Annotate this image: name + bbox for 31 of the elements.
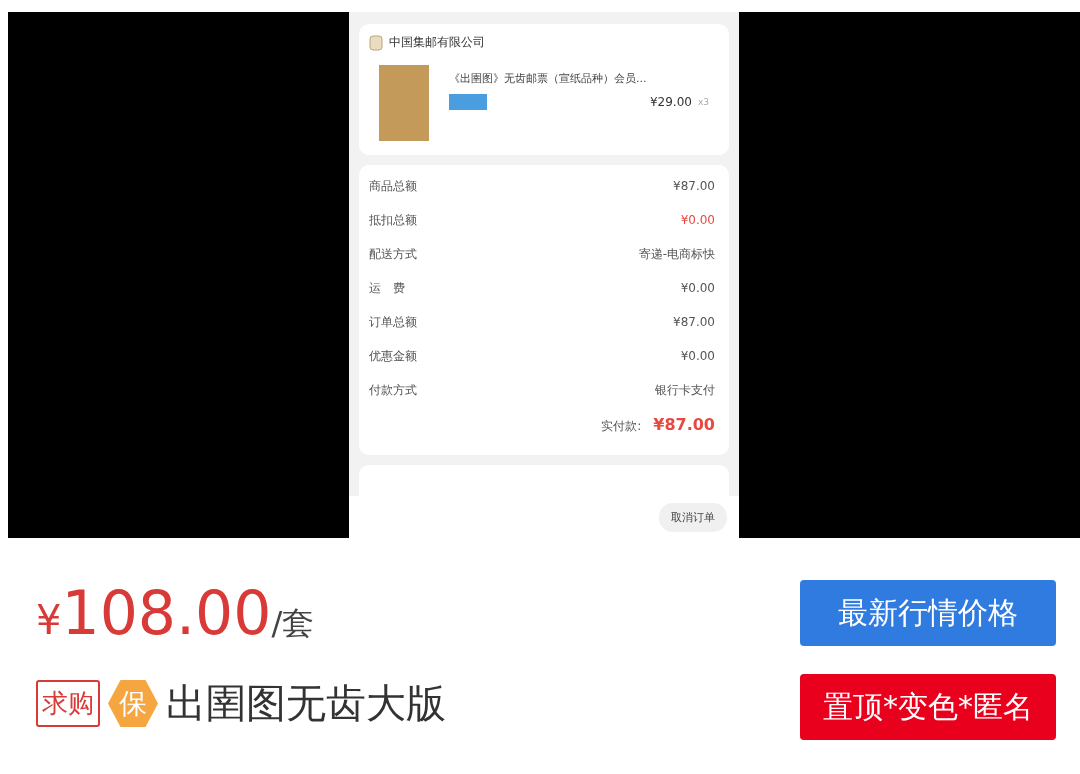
action-button[interactable]: 置顶*变色*匿名 bbox=[800, 674, 1056, 740]
summary-label: 商品总额 bbox=[369, 178, 417, 195]
price: 108.00 bbox=[61, 578, 272, 648]
shop-name: 中国集邮有限公司 bbox=[389, 34, 485, 51]
summary-label: 配送方式 bbox=[369, 246, 417, 263]
product-quantity: x3 bbox=[697, 97, 709, 107]
summary-value: 寄递-电商标快 bbox=[638, 246, 715, 263]
summary-label: 抵扣总额 bbox=[369, 212, 417, 229]
summary-label: 运 费 bbox=[369, 280, 405, 297]
paid-label: 实付款: bbox=[601, 418, 642, 435]
product-title: 《出圉图》无齿邮票（宣纸品种）会员... bbox=[449, 71, 648, 86]
paid-amount: ¥87.00 bbox=[653, 415, 715, 434]
shop-icon bbox=[369, 34, 383, 51]
product-price: ¥29.00 bbox=[649, 95, 692, 109]
summary-label: 订单总额 bbox=[369, 314, 417, 331]
wanted-tag: 求购 bbox=[36, 680, 100, 727]
summary-label: 付款方式 bbox=[369, 382, 417, 399]
listing-title: 出圉图无齿大版 bbox=[166, 679, 446, 728]
product-tag bbox=[449, 94, 487, 110]
summary-label: 优惠金额 bbox=[369, 348, 417, 365]
price-unit: /套 bbox=[271, 603, 315, 644]
summary-value: ¥87.00 bbox=[673, 178, 715, 195]
summary-value: 银行卡支付 bbox=[655, 382, 715, 399]
summary-value: ¥87.00 bbox=[673, 314, 715, 331]
action-button[interactable]: 最新行情价格 bbox=[800, 580, 1056, 646]
summary-value: ¥0.00 bbox=[680, 280, 715, 297]
guarantee-badge: 保 bbox=[108, 678, 158, 729]
currency-symbol: ¥ bbox=[36, 597, 62, 643]
summary-value: ¥0.00 bbox=[680, 212, 715, 229]
cancel-order-button[interactable]: 取消订单 bbox=[659, 502, 727, 532]
summary-value: ¥0.00 bbox=[680, 348, 715, 365]
